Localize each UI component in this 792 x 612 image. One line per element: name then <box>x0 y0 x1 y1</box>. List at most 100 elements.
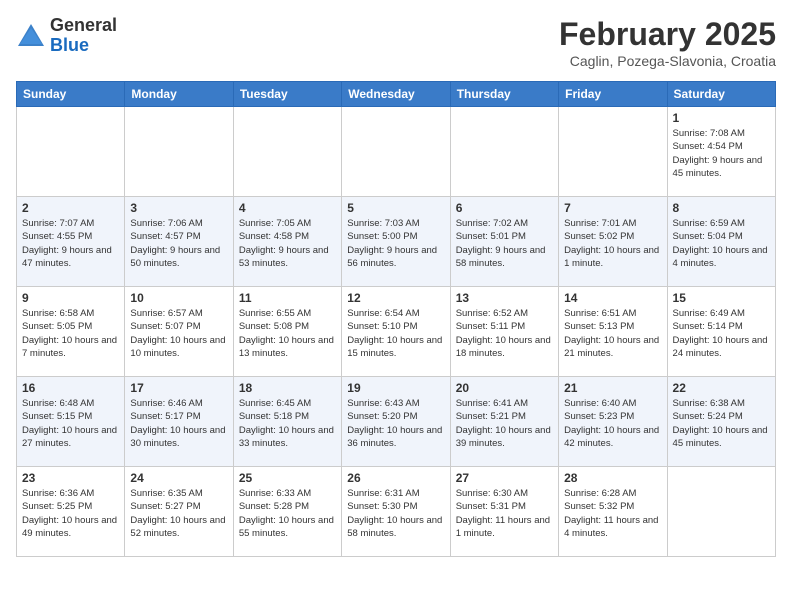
calendar-cell: 4 Sunrise: 7:05 AM Sunset: 4:58 PM Daylig… <box>233 197 341 287</box>
day-number: 22 <box>673 381 770 395</box>
calendar-cell <box>450 107 558 197</box>
day-info: Sunrise: 6:33 AM Sunset: 5:28 PM Dayligh… <box>239 487 336 540</box>
day-info: Sunrise: 7:03 AM Sunset: 5:00 PM Dayligh… <box>347 217 444 270</box>
logo-text: General Blue <box>50 16 117 56</box>
calendar-week-row: 9 Sunrise: 6:58 AM Sunset: 5:05 PM Daylig… <box>17 287 776 377</box>
calendar-cell: 7 Sunrise: 7:01 AM Sunset: 5:02 PM Daylig… <box>559 197 667 287</box>
calendar-table: SundayMondayTuesdayWednesdayThursdayFrid… <box>16 81 776 557</box>
day-info: Sunrise: 6:28 AM Sunset: 5:32 PM Dayligh… <box>564 487 661 540</box>
day-number: 11 <box>239 291 336 305</box>
day-number: 12 <box>347 291 444 305</box>
day-info: Sunrise: 6:59 AM Sunset: 5:04 PM Dayligh… <box>673 217 770 270</box>
calendar-cell: 2 Sunrise: 7:07 AM Sunset: 4:55 PM Daylig… <box>17 197 125 287</box>
calendar-cell: 27 Sunrise: 6:30 AM Sunset: 5:31 PM Dayli… <box>450 467 558 557</box>
day-info: Sunrise: 6:51 AM Sunset: 5:13 PM Dayligh… <box>564 307 661 360</box>
day-number: 27 <box>456 471 553 485</box>
day-number: 5 <box>347 201 444 215</box>
day-number: 28 <box>564 471 661 485</box>
calendar-header-row: SundayMondayTuesdayWednesdayThursdayFrid… <box>17 82 776 107</box>
day-info: Sunrise: 7:08 AM Sunset: 4:54 PM Dayligh… <box>673 127 770 180</box>
calendar-cell: 1 Sunrise: 7:08 AM Sunset: 4:54 PM Daylig… <box>667 107 775 197</box>
calendar-cell: 22 Sunrise: 6:38 AM Sunset: 5:24 PM Dayli… <box>667 377 775 467</box>
day-info: Sunrise: 6:36 AM Sunset: 5:25 PM Dayligh… <box>22 487 119 540</box>
day-info: Sunrise: 7:06 AM Sunset: 4:57 PM Dayligh… <box>130 217 227 270</box>
day-info: Sunrise: 6:54 AM Sunset: 5:10 PM Dayligh… <box>347 307 444 360</box>
day-info: Sunrise: 7:01 AM Sunset: 5:02 PM Dayligh… <box>564 217 661 270</box>
day-number: 1 <box>673 111 770 125</box>
logo-general-text: General <box>50 15 117 35</box>
day-number: 8 <box>673 201 770 215</box>
calendar-cell: 15Sunrise: 6:49 AM Sunset: 5:14 PM Dayli… <box>667 287 775 377</box>
calendar-cell: 12 Sunrise: 6:54 AM Sunset: 5:10 PM Dayli… <box>342 287 450 377</box>
title-block: February 2025 Caglin, Pozega-Slavonia, C… <box>559 16 776 69</box>
day-info: Sunrise: 6:43 AM Sunset: 5:20 PM Dayligh… <box>347 397 444 450</box>
day-of-week-header: Saturday <box>667 82 775 107</box>
day-of-week-header: Sunday <box>17 82 125 107</box>
day-number: 20 <box>456 381 553 395</box>
calendar-cell: 18 Sunrise: 6:45 AM Sunset: 5:18 PM Dayli… <box>233 377 341 467</box>
logo: General Blue <box>16 16 117 56</box>
day-info: Sunrise: 6:49 AM Sunset: 5:14 PM Dayligh… <box>673 307 770 360</box>
calendar-cell: 9 Sunrise: 6:58 AM Sunset: 5:05 PM Daylig… <box>17 287 125 377</box>
calendar-cell: 23 Sunrise: 6:36 AM Sunset: 5:25 PM Dayli… <box>17 467 125 557</box>
day-info: Sunrise: 6:58 AM Sunset: 5:05 PM Dayligh… <box>22 307 119 360</box>
day-info: Sunrise: 7:07 AM Sunset: 4:55 PM Dayligh… <box>22 217 119 270</box>
calendar-cell <box>17 107 125 197</box>
day-info: Sunrise: 6:38 AM Sunset: 5:24 PM Dayligh… <box>673 397 770 450</box>
day-info: Sunrise: 6:41 AM Sunset: 5:21 PM Dayligh… <box>456 397 553 450</box>
day-number: 13 <box>456 291 553 305</box>
day-info: Sunrise: 7:05 AM Sunset: 4:58 PM Dayligh… <box>239 217 336 270</box>
day-of-week-header: Thursday <box>450 82 558 107</box>
page-header: General Blue February 2025 Caglin, Pozeg… <box>16 16 776 69</box>
calendar-cell: 16Sunrise: 6:48 AM Sunset: 5:15 PM Dayli… <box>17 377 125 467</box>
calendar-cell <box>667 467 775 557</box>
logo-blue-text: Blue <box>50 35 89 55</box>
calendar-week-row: 1 Sunrise: 7:08 AM Sunset: 4:54 PM Daylig… <box>17 107 776 197</box>
calendar-cell <box>125 107 233 197</box>
day-info: Sunrise: 6:30 AM Sunset: 5:31 PM Dayligh… <box>456 487 553 540</box>
calendar-cell: 20 Sunrise: 6:41 AM Sunset: 5:21 PM Dayli… <box>450 377 558 467</box>
day-number: 26 <box>347 471 444 485</box>
day-number: 19 <box>347 381 444 395</box>
calendar-cell: 26 Sunrise: 6:31 AM Sunset: 5:30 PM Dayli… <box>342 467 450 557</box>
logo-icon <box>16 22 46 50</box>
day-number: 21 <box>564 381 661 395</box>
day-info: Sunrise: 6:57 AM Sunset: 5:07 PM Dayligh… <box>130 307 227 360</box>
day-of-week-header: Monday <box>125 82 233 107</box>
day-number: 17 <box>130 381 227 395</box>
day-of-week-header: Friday <box>559 82 667 107</box>
day-info: Sunrise: 6:35 AM Sunset: 5:27 PM Dayligh… <box>130 487 227 540</box>
day-number: 18 <box>239 381 336 395</box>
calendar-cell: 5 Sunrise: 7:03 AM Sunset: 5:00 PM Daylig… <box>342 197 450 287</box>
day-number: 3 <box>130 201 227 215</box>
calendar-cell: 8 Sunrise: 6:59 AM Sunset: 5:04 PM Daylig… <box>667 197 775 287</box>
day-of-week-header: Tuesday <box>233 82 341 107</box>
day-number: 23 <box>22 471 119 485</box>
day-number: 14 <box>564 291 661 305</box>
calendar-cell: 14 Sunrise: 6:51 AM Sunset: 5:13 PM Dayli… <box>559 287 667 377</box>
day-number: 10 <box>130 291 227 305</box>
day-info: Sunrise: 6:31 AM Sunset: 5:30 PM Dayligh… <box>347 487 444 540</box>
day-number: 2 <box>22 201 119 215</box>
day-number: 16 <box>22 381 119 395</box>
day-info: Sunrise: 6:45 AM Sunset: 5:18 PM Dayligh… <box>239 397 336 450</box>
calendar-cell: 11 Sunrise: 6:55 AM Sunset: 5:08 PM Dayli… <box>233 287 341 377</box>
day-info: Sunrise: 7:02 AM Sunset: 5:01 PM Dayligh… <box>456 217 553 270</box>
calendar-cell: 21Sunrise: 6:40 AM Sunset: 5:23 PM Dayli… <box>559 377 667 467</box>
day-number: 9 <box>22 291 119 305</box>
calendar-cell: 3 Sunrise: 7:06 AM Sunset: 4:57 PM Daylig… <box>125 197 233 287</box>
day-number: 4 <box>239 201 336 215</box>
calendar-cell: 17Sunrise: 6:46 AM Sunset: 5:17 PM Dayli… <box>125 377 233 467</box>
calendar-cell: 25Sunrise: 6:33 AM Sunset: 5:28 PM Dayli… <box>233 467 341 557</box>
calendar-subtitle: Caglin, Pozega-Slavonia, Croatia <box>559 53 776 69</box>
day-info: Sunrise: 6:55 AM Sunset: 5:08 PM Dayligh… <box>239 307 336 360</box>
calendar-title: February 2025 <box>559 16 776 53</box>
calendar-week-row: 16Sunrise: 6:48 AM Sunset: 5:15 PM Dayli… <box>17 377 776 467</box>
day-number: 6 <box>456 201 553 215</box>
calendar-cell: 24Sunrise: 6:35 AM Sunset: 5:27 PM Dayli… <box>125 467 233 557</box>
day-of-week-header: Wednesday <box>342 82 450 107</box>
calendar-cell <box>233 107 341 197</box>
calendar-week-row: 2 Sunrise: 7:07 AM Sunset: 4:55 PM Daylig… <box>17 197 776 287</box>
day-number: 7 <box>564 201 661 215</box>
calendar-week-row: 23 Sunrise: 6:36 AM Sunset: 5:25 PM Dayli… <box>17 467 776 557</box>
